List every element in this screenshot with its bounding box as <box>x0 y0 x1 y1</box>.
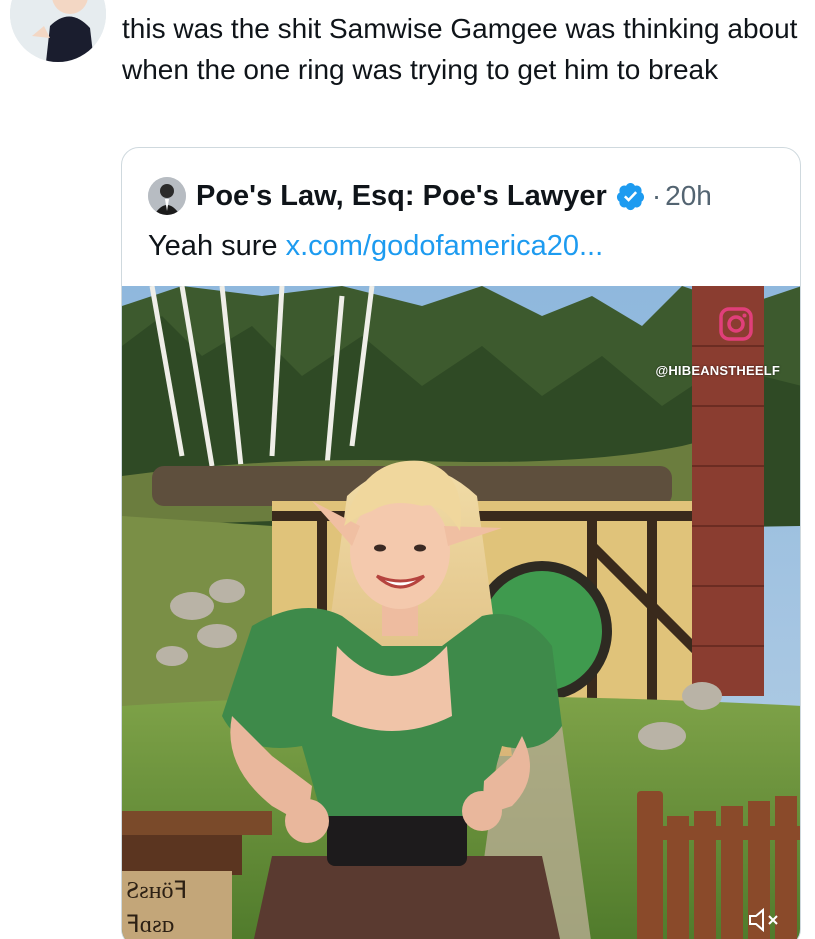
quote-body: Yeah sure x.com/godofamerica20... <box>148 230 603 263</box>
quote-body-text: Yeah sure <box>148 230 286 262</box>
verified-badge-icon <box>616 182 644 210</box>
video-frame: Ƨƨнöꟻ ꟻɑƨᴅ <box>122 286 800 939</box>
quote-author-name[interactable]: Poe's Law, Esq: Poe's Lawyer <box>196 180 607 213</box>
quote-link[interactable]: x.com/godofamerica20... <box>286 230 604 262</box>
mute-icon <box>749 907 778 933</box>
quote-media-video[interactable]: Ƨƨнöꟻ ꟻɑƨᴅ @HIBEANSTHEELF <box>122 286 800 939</box>
watermark-handle: @HIBEANSTHEELF <box>655 363 780 378</box>
avatar[interactable] <box>10 0 106 62</box>
quote-author-avatar[interactable] <box>148 177 186 215</box>
sign-text-line-2: ꟻɑƨᴅ <box>126 912 174 938</box>
mute-button[interactable] <box>744 904 784 936</box>
header-separator: · <box>651 180 662 211</box>
sign-text-line-1: Ƨƨнöꟻ <box>126 878 187 904</box>
quoted-tweet-card[interactable]: Poe's Law, Esq: Poe's Lawyer · 20h Yeah … <box>121 147 801 939</box>
quote-timestamp[interactable]: 20h <box>665 180 712 212</box>
quote-header: Poe's Law, Esq: Poe's Lawyer · 20h <box>148 176 712 216</box>
instagram-icon <box>719 307 753 341</box>
tweet-text: this was the shit Samwise Gamgee was thi… <box>122 13 798 85</box>
